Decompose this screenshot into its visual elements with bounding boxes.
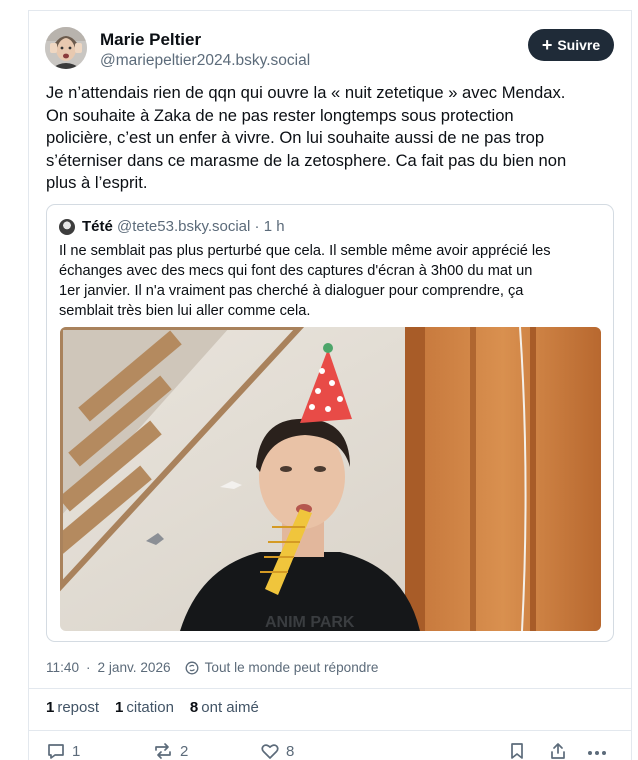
follow-button[interactable]: + Suivre [528, 29, 614, 61]
post-date: 2 janv. 2026 [97, 660, 171, 675]
quote-author-name[interactable]: Tété [82, 218, 113, 235]
quote-text-line: semblait très bien lui aller comme cela. [59, 303, 311, 319]
quoted-post[interactable]: Tété @tete53.bsky.social · 1 h Il ne sem… [46, 204, 614, 642]
plus-icon: + [541, 35, 553, 55]
quotes-stat[interactable]: 1 citation [115, 699, 174, 716]
likes-label: ont aimé [201, 699, 259, 716]
post-text-line: policière, c’est un enfer à vivre. On lu… [46, 128, 545, 147]
action-bar: 1 2 8 [46, 741, 616, 760]
quote-author-handle[interactable]: @tete53.bsky.social [117, 218, 250, 235]
author-name[interactable]: Marie Peltier [100, 30, 201, 50]
comment-icon [48, 744, 64, 759]
bookmark-button[interactable] [508, 741, 526, 760]
bookmark-icon [511, 743, 523, 759]
more-icon [588, 751, 606, 755]
repost-button[interactable]: 2 [152, 741, 188, 760]
more-button[interactable] [586, 741, 608, 760]
reposts-stat[interactable]: 1 repost [46, 699, 99, 716]
reposts-count: 1 [46, 699, 55, 716]
post-time: 11:40 [46, 660, 80, 675]
post-meta-separator: · [86, 660, 91, 675]
post-text-line: s’éterniser dans ce marasme de la zetosp… [46, 150, 567, 170]
reply-count: 1 [72, 742, 81, 760]
author-handle[interactable]: @mariepeltier2024.bsky.social [100, 52, 310, 70]
quote-photo: ANIM PARK [60, 327, 601, 631]
post-text-line: plus à l’esprit. [46, 173, 148, 192]
post-text: Je n’attendais rien de qqn qui ouvre la … [46, 82, 616, 195]
divider [28, 688, 632, 689]
repost-icon [155, 743, 171, 759]
quote-time[interactable]: 1 h [264, 218, 285, 235]
globe-icon [185, 661, 199, 674]
quote-image[interactable]: ANIM PARK [60, 327, 601, 631]
share-button[interactable] [548, 741, 568, 760]
reply-button[interactable]: 1 [46, 741, 80, 760]
reposts-label: repost [57, 699, 100, 716]
follow-button-label: Suivre [557, 37, 601, 53]
likes-stat[interactable]: 8 ont aimé [190, 699, 259, 716]
post-meta: 11:40 · 2 janv. 2026 Tout le monde peut … [46, 660, 378, 675]
quote-text-line: échanges avec des mecs qui font des capt… [59, 263, 533, 279]
quote-avatar[interactable] [59, 219, 75, 235]
like-count: 8 [286, 742, 295, 760]
svg-text:ANIM PARK: ANIM PARK [265, 614, 355, 631]
reply-setting[interactable]: Tout le monde peut répondre [205, 660, 379, 675]
post-stats: 1 repost 1 citation 8 ont aimé [46, 699, 259, 716]
quotes-count: 1 [115, 699, 124, 716]
like-button[interactable]: 8 [260, 741, 294, 760]
author-avatar[interactable] [45, 27, 87, 69]
quote-text: Il ne semblait pas plus perturbé que cel… [59, 241, 604, 321]
divider [28, 730, 632, 731]
quote-text-line: Il ne semblait pas plus perturbé que cel… [59, 243, 551, 259]
heart-icon [261, 744, 279, 759]
likes-count: 8 [189, 699, 199, 716]
repost-count: 2 [180, 742, 189, 760]
post-text-line: On souhaite à Zaka de ne pas rester long… [46, 105, 514, 125]
quote-header: Tété @tete53.bsky.social · 1 h [82, 218, 285, 235]
quote-text-line: 1er janvier. Il n'a vraiment pas cherché… [59, 283, 524, 299]
share-icon [551, 743, 565, 759]
post-text-line: Je n’attendais rien de qqn qui ouvre la … [46, 83, 566, 102]
avatar-image [45, 27, 87, 69]
quotes-label: citation [126, 699, 174, 716]
quote-separator: · [254, 218, 260, 235]
